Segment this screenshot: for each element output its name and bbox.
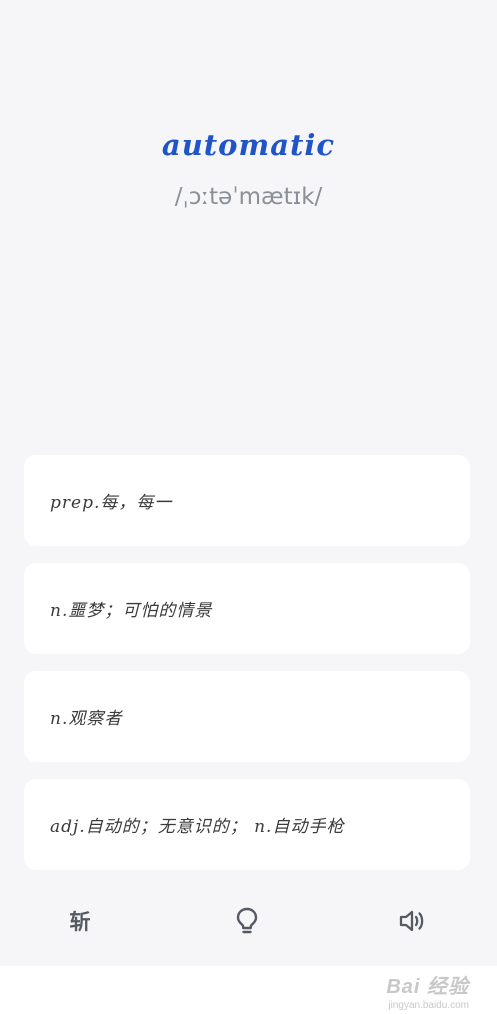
option-text: n.观察者: [50, 709, 123, 729]
option-text: adj.自动的；无意识的； n.自动手枪: [50, 817, 345, 837]
phonetic-text: /ˌɔːtəˈmætɪk/: [174, 184, 323, 210]
option-text: prep.每，每一: [50, 493, 173, 513]
option-card-2[interactable]: n.噩梦；可怕的情景: [24, 563, 470, 654]
option-card-3[interactable]: n.观察者: [24, 671, 470, 762]
bottom-toolbar: 斩: [0, 885, 497, 960]
cut-button[interactable]: 斩: [62, 903, 98, 939]
lightbulb-icon: [236, 907, 258, 934]
watermark: Bai 经验 jingyan.baidu.com: [386, 970, 469, 1011]
option-card-4[interactable]: adj.自动的；无意识的； n.自动手枪: [24, 779, 470, 870]
watermark-url: jingyan.baidu.com: [388, 1000, 469, 1011]
hint-button[interactable]: [229, 903, 265, 939]
cut-text-icon: 斩: [69, 910, 91, 934]
option-text: n.噩梦；可怕的情景: [50, 601, 213, 621]
word-title: automatic: [161, 128, 336, 162]
sound-button[interactable]: [394, 903, 430, 939]
option-card-1[interactable]: prep.每，每一: [24, 455, 470, 546]
speaker-icon: [399, 910, 424, 932]
watermark-logo-text: Bai 经验: [386, 976, 469, 998]
